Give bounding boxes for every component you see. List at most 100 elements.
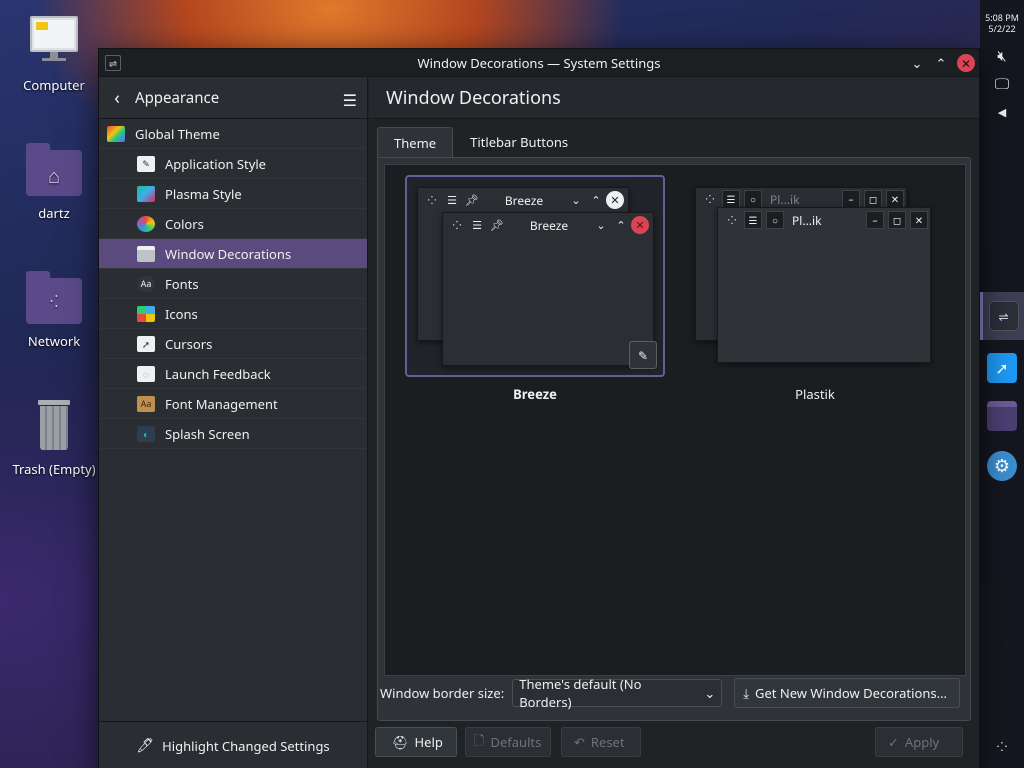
font-management-icon: Aa — [137, 395, 155, 412]
sidebar-item-label: Icons — [165, 304, 198, 323]
system-settings-window: ⇌ Window Decorations — System Settings ⌄… — [98, 48, 980, 768]
sidebar-item-launch-feedback[interactable]: ◌ Launch Feedback — [99, 359, 367, 389]
app-menu-icon: ⁘ — [452, 217, 462, 233]
sidebar-item-colors[interactable]: Colors — [99, 209, 367, 239]
sidebar-item-font-management[interactable]: Aa Font Management — [99, 389, 367, 419]
close-icon: ✕ — [631, 216, 649, 234]
sidebar-item-splash-screen[interactable]: ◐ Splash Screen — [99, 419, 367, 449]
task-discover[interactable]: ➚ — [980, 344, 1024, 392]
preview-window-title: Breeze — [504, 191, 544, 209]
menu-icon: ☰ — [447, 192, 457, 208]
volume-muted-icon[interactable]: 🔇︎ — [980, 42, 1024, 70]
minimize-icon: – — [866, 211, 884, 229]
maximize-icon: ◻ — [864, 190, 882, 208]
defaults-button[interactable]: 🗋︎ Defaults — [465, 727, 551, 757]
highlight-changed-label: Highlight Changed Settings — [162, 736, 330, 755]
desktop-icon-trash[interactable]: Trash (Empty) — [6, 396, 102, 478]
preview-front-window: ⁘ ☰ 📌︎ Breeze ⌄ ⌃ ✕ — [442, 212, 654, 366]
application-style-icon: ✎ — [137, 155, 155, 172]
sidebar-item-cursors[interactable]: ➚ Cursors — [99, 329, 367, 359]
back-arrow-icon[interactable]: ‹ — [99, 86, 135, 110]
maximize-icon: ⌃ — [591, 192, 601, 208]
window-decorations-icon — [137, 245, 155, 262]
highlighter-icon: 🖊︎ — [136, 736, 155, 755]
sidebar-item-label: Plasma Style — [165, 184, 242, 203]
task-file-manager[interactable] — [980, 392, 1024, 440]
sticky-icon: ○ — [744, 190, 762, 208]
help-button[interactable]: ⛑︎ Help — [375, 727, 457, 757]
defaults-icon: 🗋︎ — [474, 730, 485, 749]
highlight-changed-settings-button[interactable]: 🖊︎ Highlight Changed Settings — [99, 721, 367, 768]
global-theme-icon — [107, 125, 125, 142]
system-settings-icon: ⇌ — [988, 301, 1019, 331]
sidebar-item-label: Launch Feedback — [165, 364, 271, 383]
decoration-theme-grid[interactable]: ⁘ ☰ 📌︎ Breeze ⌄ ⌃ ✕ ⁘ ☰ � — [384, 164, 966, 676]
close-button[interactable]: ✕ — [957, 54, 975, 72]
preview-window-title: Pl...ik — [792, 211, 822, 229]
tab-titlebar-buttons[interactable]: Titlebar Buttons — [453, 127, 585, 157]
desktop-icon-computer[interactable]: Computer — [6, 12, 102, 94]
content-area: Window Decorations Theme Titlebar Button… — [369, 77, 979, 768]
sidebar-item-window-decorations[interactable]: Window Decorations — [99, 239, 367, 269]
close-icon: ✕ — [606, 191, 624, 209]
pin-icon: 📌︎ — [465, 192, 479, 208]
reset-button[interactable]: ↶ Reset — [561, 727, 641, 757]
expand-tray-icon[interactable]: ◀ — [980, 98, 1024, 126]
help-label: Help — [414, 733, 443, 751]
close-icon: ✕ — [886, 190, 904, 208]
task-system-settings[interactable]: ⇌ — [980, 292, 1024, 340]
sidebar-item-label: Application Style — [165, 154, 267, 173]
plasma-style-icon — [137, 185, 155, 202]
theme-tab-pane: ⁘ ☰ 📌︎ Breeze ⌄ ⌃ ✕ ⁘ ☰ � — [377, 157, 971, 721]
hamburger-menu-icon[interactable]: ☰ — [343, 89, 357, 111]
discover-store-icon: ➚ — [987, 353, 1017, 383]
download-icon: ⤓ — [743, 684, 749, 702]
home-folder-icon: ⌂ — [22, 140, 86, 204]
sidebar-title: Appearance — [135, 87, 220, 108]
desktop-icon-network[interactable]: ⁖ Network — [6, 268, 102, 350]
get-new-label: Get New Window Decorations... — [754, 684, 948, 702]
pin-icon: 📌︎ — [490, 217, 504, 233]
sidebar-item-icons[interactable]: Icons — [99, 299, 367, 329]
trash-icon — [22, 396, 86, 460]
tab-bar: Theme Titlebar Buttons — [377, 127, 585, 157]
tab-theme[interactable]: Theme — [377, 127, 454, 157]
display-icon[interactable]: 🖵︎ — [980, 70, 1024, 98]
theme-name-plastik: Plastik — [795, 385, 835, 403]
theme-card-plastik[interactable]: ⁘ ☰ ○ Pl...ik – ◻ ✕ ⁘ ☰ ○ Pl...ik – ◻ ✕ — [685, 175, 945, 377]
apply-button[interactable]: ✓ Apply — [875, 727, 963, 757]
maximize-button[interactable]: ⌃ — [931, 53, 951, 73]
undo-icon: ↶ — [574, 733, 585, 751]
desktop-icon-label: Trash (Empty) — [12, 460, 96, 478]
sidebar-item-global-theme[interactable]: Global Theme — [99, 119, 367, 149]
fonts-icon: Aa — [137, 275, 155, 292]
window-titlebar[interactable]: ⇌ Window Decorations — System Settings ⌄… — [99, 49, 979, 77]
sidebar-item-fonts[interactable]: Aa Fonts — [99, 269, 367, 299]
right-panel: 5:08 PM 5/2/22 🔇︎ 🖵︎ ◀ ⇌ ➚ ⚙ ⁘ — [980, 0, 1024, 768]
edit-decoration-button[interactable]: ✎ — [629, 341, 657, 369]
desktop-icon-home[interactable]: ⌂ dartz — [6, 140, 102, 222]
sidebar: ‹ Appearance ☰ Global Theme ✎ Applicatio… — [99, 77, 368, 768]
window-app-icon[interactable]: ⇌ — [105, 55, 121, 71]
sidebar-item-application-style[interactable]: ✎ Application Style — [99, 149, 367, 179]
desktop-toolbox-icon[interactable]: ⁘ — [980, 732, 1024, 760]
sidebar-item-plasma-style[interactable]: Plasma Style — [99, 179, 367, 209]
task-browser[interactable]: ⚙ — [980, 442, 1024, 490]
theme-name-breeze: Breeze — [513, 385, 557, 403]
theme-card-breeze[interactable]: ⁘ ☰ 📌︎ Breeze ⌄ ⌃ ✕ ⁘ ☰ � — [405, 175, 665, 377]
sidebar-item-label: Global Theme — [135, 124, 220, 143]
minimize-icon: ⌄ — [571, 192, 581, 208]
minimize-button[interactable]: ⌄ — [907, 53, 927, 73]
sidebar-header: ‹ Appearance ☰ — [99, 77, 367, 119]
folder-icon — [987, 401, 1017, 431]
border-size-label: Window border size: — [380, 684, 505, 702]
app-menu-icon: ⁘ — [727, 212, 737, 228]
close-icon: ✕ — [910, 211, 928, 229]
window-title: Window Decorations — System Settings — [417, 53, 661, 72]
preview-window-title: Pl...ik — [770, 190, 800, 208]
digital-clock[interactable]: 5:08 PM 5/2/22 — [980, 12, 1024, 34]
border-size-select[interactable]: Theme's default (No Borders) ⌄ — [512, 675, 723, 711]
get-new-decorations-button[interactable]: ⤓ Get New Window Decorations... — [734, 678, 961, 708]
menu-icon: ☰ — [744, 211, 762, 229]
sidebar-item-label: Cursors — [165, 334, 213, 353]
